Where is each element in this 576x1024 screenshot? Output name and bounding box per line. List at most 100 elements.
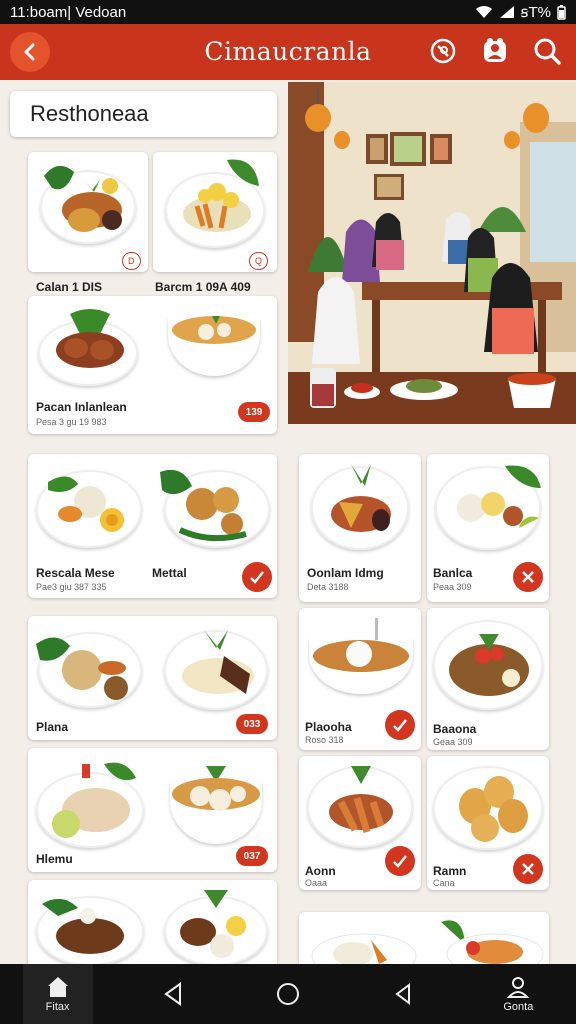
triangle-recent-icon	[395, 983, 411, 1005]
food-card-13[interactable]	[28, 880, 277, 970]
status-icons: ꞩT%	[475, 3, 566, 21]
fried-rice-dish-image	[52, 762, 136, 838]
remove-button[interactable]	[513, 562, 543, 592]
chevron-left-icon	[24, 43, 35, 61]
card-7-title: Plana	[36, 720, 69, 734]
checkmark-icon	[393, 855, 407, 868]
noodle-bowl-image	[313, 618, 409, 672]
add-button[interactable]	[242, 562, 272, 592]
card-6-title: Banlca	[433, 566, 473, 580]
meatball-soup-image	[172, 766, 260, 811]
food-card-1[interactable]: D	[28, 152, 148, 272]
nav-recent[interactable]	[368, 982, 438, 1006]
filter-button[interactable]	[426, 34, 460, 68]
nav-back[interactable]	[138, 982, 208, 1006]
card-11-title: Aonn	[305, 864, 336, 878]
price-badge: 139	[238, 402, 270, 422]
soup-bowl-image	[172, 316, 256, 344]
card-4-title-secondary: Mettal	[152, 566, 187, 580]
nav-profile[interactable]: Gonta	[483, 975, 553, 1013]
card-5-subtitle: Deta 3188	[307, 582, 349, 592]
user-icon	[507, 977, 530, 998]
meat-rice-dish-image	[182, 630, 254, 694]
card-4-title: Rescala Mese	[36, 566, 115, 580]
card-8-subtitle: Roso 318	[305, 735, 344, 745]
food-card-3[interactable]: Pacan Inlanlean Pesa 3 gu 19 983 139	[28, 296, 277, 434]
rice-combo-image	[180, 890, 246, 958]
battery-level: ꞩT%	[520, 4, 551, 21]
remove-button[interactable]	[513, 854, 543, 884]
price-badge: D	[122, 252, 141, 270]
nav-home-circle[interactable]	[253, 981, 323, 1007]
card-5-title: Oonlam Idmg	[307, 566, 384, 580]
account-button[interactable]	[478, 34, 512, 68]
triangle-back-icon	[164, 982, 181, 1006]
checkmark-icon	[393, 719, 407, 732]
noodle-plate-image	[449, 634, 529, 696]
grilled-meat-dish-image	[56, 309, 124, 368]
card-1-title: Calan 1 DIS	[36, 280, 103, 294]
food-card-10[interactable]: Hlemu 037	[28, 748, 277, 872]
fried-chicken-dish-image	[44, 165, 122, 232]
food-card-12[interactable]: Ramn Cana	[427, 756, 549, 890]
restaurant-photo	[288, 82, 576, 424]
card-8-title: Plaooha	[305, 720, 352, 734]
close-icon	[522, 863, 534, 875]
card-11-subtitle: Oaaa	[305, 878, 328, 888]
search-button[interactable]	[530, 34, 564, 68]
no-search-icon	[430, 38, 456, 64]
price-badge: 033	[236, 714, 268, 734]
food-card-14[interactable]	[299, 912, 549, 972]
spiced-chicken-dish-image	[329, 766, 393, 833]
dumpling-dish-image	[160, 469, 247, 542]
food-card-2[interactable]: Q	[153, 152, 277, 272]
back-button[interactable]	[10, 32, 50, 72]
card-3-title: Pacan Inlanlean	[36, 400, 127, 414]
status-bar: 11:⁠boam| Vedoan ꞩT%	[0, 0, 576, 24]
card-6-subtitle: Peaa 309	[433, 582, 472, 592]
battery-icon	[557, 4, 566, 20]
mixed-plate-image	[457, 465, 541, 528]
bottom-navigation: Fitax Gonta	[0, 964, 576, 1024]
home-icon	[47, 977, 68, 997]
add-button[interactable]	[385, 710, 415, 740]
fried-bread-dish-image	[459, 776, 528, 842]
card-9-title: Baaona	[433, 722, 477, 736]
card-3-subtitle: Pesa 3 gu 19 983	[36, 417, 107, 427]
food-card-7[interactable]: Plana 033	[28, 616, 277, 740]
header-actions	[426, 34, 564, 68]
card-4-subtitle: Pae3 giu 387 335	[36, 582, 107, 592]
nav-home-label: Fitax	[45, 1001, 70, 1013]
food-card-8[interactable]: Plaooha Roso 318	[299, 608, 421, 750]
fried-snack-dish-image	[331, 464, 391, 532]
price-badge: 037	[236, 846, 268, 866]
card-9-subtitle: Geaa 309	[433, 737, 473, 747]
food-card-11[interactable]: Aonn Oaaa	[299, 756, 421, 890]
card-10-title: Hlemu	[36, 852, 73, 866]
circle-home-icon	[276, 983, 299, 1005]
nav-profile-label: Gonta	[503, 1001, 534, 1013]
signal-icon	[499, 6, 514, 18]
search-text: Resthoneaa	[30, 101, 149, 126]
bun-dish-image	[36, 637, 128, 700]
close-icon	[522, 571, 534, 583]
user-badge-icon	[484, 38, 506, 62]
card-2-title: Barcm 1 09A 409	[155, 280, 251, 294]
salad-dish-image	[183, 159, 259, 232]
card-12-title: Ramn	[433, 864, 467, 878]
meat-platter-image	[42, 898, 124, 954]
status-time: 11:⁠boam| Vedoan	[10, 3, 127, 21]
wifi-icon	[475, 5, 492, 18]
price-badge: Q	[249, 252, 269, 270]
food-card-9[interactable]: Baaona Geaa 309	[427, 608, 549, 750]
checkmark-icon	[250, 571, 264, 584]
dining-scene-illustration	[288, 82, 576, 424]
food-card-5[interactable]: Oonlam Idmg Deta 3188	[299, 454, 421, 602]
food-card-6[interactable]: Banlca Peaa 309	[427, 454, 549, 602]
search-input[interactable]: Resthoneaa	[10, 91, 277, 137]
add-button[interactable]	[385, 846, 415, 876]
rice-platter-image	[48, 476, 124, 532]
food-card-4[interactable]: Rescala Mese Mettal Pae3 giu 387 335	[28, 454, 277, 598]
nav-home[interactable]: Fitax	[22, 964, 93, 1024]
search-icon	[534, 38, 561, 65]
